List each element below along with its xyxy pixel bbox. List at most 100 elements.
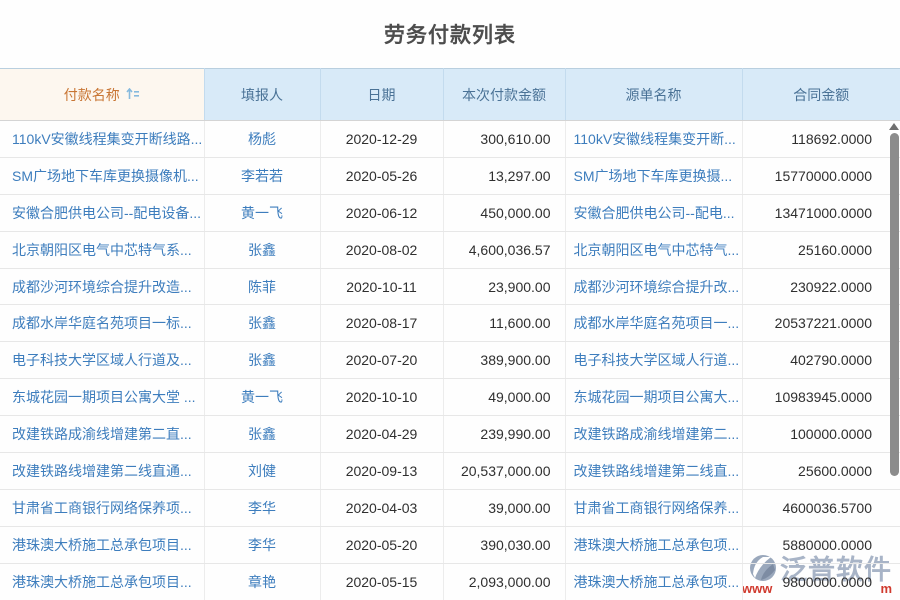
payment-amount-cell: 389,900.00: [443, 342, 565, 379]
contract-amount-cell: 4600036.5700: [742, 489, 900, 526]
date-cell: 2020-05-26: [320, 157, 443, 194]
payment-name-link[interactable]: 港珠澳大桥施工总承包项目...: [12, 574, 192, 590]
table-header: 付款名称 填报人 日期: [0, 69, 900, 121]
contract-amount-cell: 13471000.0000: [742, 194, 900, 231]
labor-payment-list-page: 劳务付款列表 泛普软件 www m: [0, 0, 900, 600]
payment-name-link[interactable]: 北京朝阳区电气中芯特气系...: [12, 242, 192, 258]
column-header-source-name[interactable]: 源单名称: [565, 69, 742, 121]
date-cell: 2020-08-17: [320, 305, 443, 342]
column-header-payment-name[interactable]: 付款名称: [0, 69, 204, 121]
contract-amount-cell: 230922.0000: [742, 268, 900, 305]
payment-name-link[interactable]: 东城花园一期项目公寓大堂 ...: [12, 389, 196, 405]
table-row: 改建铁路成渝线增建第二直... 张鑫 2020-04-29 239,990.00…: [0, 416, 900, 453]
payment-name-link[interactable]: 成都沙河环境综合提升改造...: [12, 279, 192, 295]
reporter-cell: 杨彪: [204, 121, 320, 158]
payment-name-link[interactable]: 改建铁路成渝线增建第二直...: [12, 426, 192, 442]
date-cell: 2020-12-29: [320, 121, 443, 158]
contract-amount-cell: 15770000.0000: [742, 157, 900, 194]
source-name-link[interactable]: 东城花园一期项目公寓大...: [574, 389, 740, 405]
table-row: SM广场地下车库更换摄像机... 李若若 2020-05-26 13,297.0…: [0, 157, 900, 194]
date-cell: 2020-10-10: [320, 379, 443, 416]
payment-amount-cell: 49,000.00: [443, 379, 565, 416]
column-header-payment-amount[interactable]: 本次付款金额: [443, 69, 565, 121]
date-cell: 2020-08-02: [320, 231, 443, 268]
payment-amount-cell: 239,990.00: [443, 416, 565, 453]
contract-amount-cell: 402790.0000: [742, 342, 900, 379]
reporter-cell: 张鑫: [204, 305, 320, 342]
table-row: 港珠澳大桥施工总承包项目... 章艳 2020-05-15 2,093,000.…: [0, 563, 900, 600]
sort-icon[interactable]: [126, 88, 140, 101]
date-cell: 2020-09-13: [320, 453, 443, 490]
source-name-link[interactable]: 改建铁路线增建第二线直...: [574, 463, 740, 479]
source-name-link[interactable]: 甘肃省工商银行网络保养...: [574, 500, 740, 516]
reporter-cell: 章艳: [204, 563, 320, 600]
contract-amount-cell: 25160.0000: [742, 231, 900, 268]
table-scrollbar[interactable]: [888, 123, 900, 600]
table-row: 东城花园一期项目公寓大堂 ... 黄一飞 2020-10-10 49,000.0…: [0, 379, 900, 416]
source-name-link[interactable]: SM广场地下车库更换摄...: [574, 168, 733, 184]
contract-amount-cell: 20537221.0000: [742, 305, 900, 342]
contract-amount-cell: 118692.0000: [742, 121, 900, 158]
column-header-contract-amount[interactable]: 合同金额: [742, 69, 900, 121]
table-row: 改建铁路线增建第二线直通... 刘健 2020-09-13 20,537,000…: [0, 453, 900, 490]
date-cell: 2020-04-29: [320, 416, 443, 453]
source-name-link[interactable]: 安徽合肥供电公司--配电...: [574, 205, 735, 221]
date-cell: 2020-04-03: [320, 489, 443, 526]
payment-name-link[interactable]: 安徽合肥供电公司--配电设备...: [12, 205, 201, 221]
table-row: 甘肃省工商银行网络保养项... 李华 2020-04-03 39,000.00 …: [0, 489, 900, 526]
reporter-cell: 张鑫: [204, 416, 320, 453]
payment-name-link[interactable]: SM广场地下车库更换摄像机...: [12, 168, 199, 184]
reporter-cell: 黄一飞: [204, 379, 320, 416]
source-name-link[interactable]: 改建铁路成渝线增建第二...: [574, 426, 740, 442]
table-row: 成都沙河环境综合提升改造... 陈菲 2020-10-11 23,900.00 …: [0, 268, 900, 305]
contract-amount-cell: 5880000.0000: [742, 526, 900, 563]
contract-amount-cell: 100000.0000: [742, 416, 900, 453]
payment-amount-cell: 450,000.00: [443, 194, 565, 231]
payment-amount-cell: 11,600.00: [443, 305, 565, 342]
payment-name-link[interactable]: 甘肃省工商银行网络保养项...: [12, 500, 192, 516]
source-name-link[interactable]: 成都水岸华庭名苑项目一...: [574, 315, 740, 331]
source-name-link[interactable]: 港珠澳大桥施工总承包项...: [574, 574, 740, 590]
table-row: 安徽合肥供电公司--配电设备... 黄一飞 2020-06-12 450,000…: [0, 194, 900, 231]
source-name-link[interactable]: 电子科技大学区域人行道...: [574, 352, 740, 368]
date-cell: 2020-05-15: [320, 563, 443, 600]
reporter-cell: 刘健: [204, 453, 320, 490]
reporter-cell: 黄一飞: [204, 194, 320, 231]
payment-name-link[interactable]: 电子科技大学区域人行道及...: [12, 352, 192, 368]
table-body: 110kV安徽线程集变开断线路... 杨彪 2020-12-29 300,610…: [0, 121, 900, 600]
payment-amount-cell: 20,537,000.00: [443, 453, 565, 490]
table-row: 110kV安徽线程集变开断线路... 杨彪 2020-12-29 300,610…: [0, 121, 900, 158]
date-cell: 2020-05-20: [320, 526, 443, 563]
payments-table-area: 泛普软件 www m 付款名称: [0, 68, 900, 600]
column-header-reporter[interactable]: 填报人: [204, 69, 320, 121]
payment-name-link[interactable]: 改建铁路线增建第二线直通...: [12, 463, 192, 479]
source-name-link[interactable]: 110kV安徽线程集变开断...: [574, 131, 736, 147]
payment-amount-cell: 300,610.00: [443, 121, 565, 158]
page-title: 劳务付款列表: [384, 19, 516, 49]
contract-amount-cell: 9800000.0000: [742, 563, 900, 600]
source-name-link[interactable]: 成都沙河环境综合提升改...: [574, 279, 740, 295]
source-name-link[interactable]: 港珠澳大桥施工总承包项...: [574, 537, 740, 553]
payment-name-link[interactable]: 港珠澳大桥施工总承包项目...: [12, 537, 192, 553]
payment-name-link[interactable]: 110kV安徽线程集变开断线路...: [12, 131, 202, 147]
payments-table: 付款名称 填报人 日期: [0, 68, 900, 600]
reporter-cell: 张鑫: [204, 342, 320, 379]
payment-amount-cell: 13,297.00: [443, 157, 565, 194]
payment-name-link[interactable]: 成都水岸华庭名苑项目一标...: [12, 315, 192, 331]
scroll-up-arrow[interactable]: [889, 123, 899, 130]
date-cell: 2020-10-11: [320, 268, 443, 305]
date-cell: 2020-06-12: [320, 194, 443, 231]
contract-amount-cell: 10983945.0000: [742, 379, 900, 416]
scrollbar-thumb[interactable]: [890, 133, 899, 476]
contract-amount-cell: 25600.0000: [742, 453, 900, 490]
table-row: 北京朝阳区电气中芯特气系... 张鑫 2020-08-02 4,600,036.…: [0, 231, 900, 268]
column-header-date[interactable]: 日期: [320, 69, 443, 121]
reporter-cell: 张鑫: [204, 231, 320, 268]
table-row: 成都水岸华庭名苑项目一标... 张鑫 2020-08-17 11,600.00 …: [0, 305, 900, 342]
source-name-link[interactable]: 北京朝阳区电气中芯特气...: [574, 242, 740, 258]
payment-amount-cell: 23,900.00: [443, 268, 565, 305]
reporter-cell: 陈菲: [204, 268, 320, 305]
title-bar: 劳务付款列表: [0, 0, 900, 68]
date-cell: 2020-07-20: [320, 342, 443, 379]
payment-amount-cell: 2,093,000.00: [443, 563, 565, 600]
